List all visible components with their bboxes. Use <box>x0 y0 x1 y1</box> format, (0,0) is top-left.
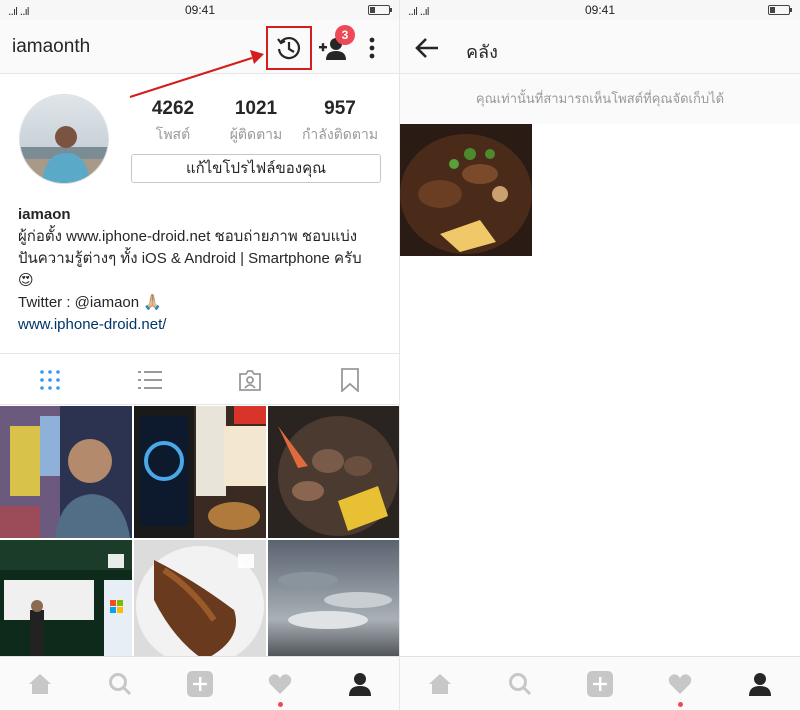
photo-grid <box>0 406 399 672</box>
nav-home[interactable] <box>0 657 80 710</box>
grid-view-icon <box>40 370 60 390</box>
photo-bbq <box>268 406 399 538</box>
profile-icon <box>349 673 371 696</box>
archive-title: คลัง <box>466 42 498 62</box>
battery-icon <box>368 5 392 15</box>
status-bar: ..ıl ..ıl 09:41 <box>0 0 399 20</box>
profile-screen: ..ıl ..ıl 09:41 iamaonth 3 4262 โพสต์ 10… <box>0 0 400 710</box>
bottom-navigation <box>0 656 399 710</box>
saved-icon <box>341 368 359 392</box>
photo-cloudy-sky <box>268 540 399 672</box>
stat-posts[interactable]: 4262 โพสต์ <box>128 98 218 146</box>
list-view-icon <box>138 371 162 389</box>
search-icon <box>509 673 532 696</box>
profile-view-tabs <box>0 353 399 406</box>
photo-event-microsoft <box>0 540 132 672</box>
status-bar: ..ıl ..ıl 09:41 <box>400 0 800 20</box>
bio-name: iamaon <box>18 206 71 223</box>
more-options-button[interactable] <box>362 34 382 62</box>
bio-line-3: 😍 <box>18 272 34 289</box>
nav-add-post[interactable] <box>160 657 240 710</box>
profile-username-title: iamaonth <box>12 36 91 57</box>
back-button[interactable] <box>414 36 440 60</box>
nav-search[interactable] <box>480 657 560 710</box>
photo-fried-fish <box>134 540 266 672</box>
stat-followers-label: ผู้ติดตาม <box>229 126 283 142</box>
archive-history-button[interactable] <box>266 26 312 70</box>
add-post-icon <box>187 671 213 697</box>
stat-posts-value: 4262 <box>151 98 195 119</box>
home-icon <box>429 674 451 694</box>
stat-following[interactable]: 957 กำลังติดตาม <box>295 98 385 146</box>
archive-screen: ..ıl ..ıl 09:41 คลัง คุณเท่านั้นที่สามาร… <box>400 0 800 710</box>
bio-line-2: ปันความรู้ต่างๆ ทั้ง iOS & Android | Sma… <box>18 250 362 267</box>
stat-followers[interactable]: 1021 ผู้ติดตาม <box>211 98 301 146</box>
activity-indicator-dot <box>678 702 683 707</box>
stat-followers-value: 1021 <box>234 98 278 119</box>
grid-photo[interactable] <box>134 540 266 672</box>
home-icon <box>29 674 51 694</box>
tab-tagged[interactable] <box>200 354 300 406</box>
nav-home[interactable] <box>400 657 480 710</box>
nav-profile[interactable] <box>320 657 399 710</box>
history-icon <box>277 36 301 60</box>
nav-activity[interactable] <box>640 657 720 710</box>
edit-profile-button[interactable]: แก้ไขโปรไฟล์ของคุณ <box>131 154 381 183</box>
profile-bio: iamaon ผู้ก่อตั้ง www.iphone-droid.net ช… <box>18 204 388 336</box>
avatar-photo <box>20 95 108 183</box>
stat-following-label: กำลังติดตาม <box>301 126 379 142</box>
notification-badge: 3 <box>335 25 355 45</box>
status-time: 09:41 <box>584 3 616 17</box>
search-icon <box>109 673 132 696</box>
bio-website-link[interactable]: www.iphone-droid.net/ <box>18 314 388 336</box>
tab-list-view[interactable] <box>100 354 200 406</box>
bio-line-1: ผู้ก่อตั้ง www.iphone-droid.net ชอบถ่ายภ… <box>18 228 358 245</box>
stat-following-value: 957 <box>324 98 356 119</box>
archive-privacy-note: คุณเท่านั้นที่สามารถเห็นโพสต์ที่คุณจัดเก… <box>400 74 800 124</box>
profile-avatar[interactable] <box>19 94 109 184</box>
activity-heart-icon <box>268 674 292 694</box>
archive-header: คลัง <box>400 20 800 74</box>
status-time: 09:41 <box>184 3 216 17</box>
activity-indicator-dot <box>278 702 283 707</box>
archived-post[interactable] <box>400 124 532 256</box>
nav-search[interactable] <box>80 657 160 710</box>
profile-icon <box>749 673 771 696</box>
grid-photo[interactable] <box>134 406 266 538</box>
photo-speedtest <box>134 406 266 538</box>
more-vertical-icon <box>369 37 375 59</box>
add-post-icon <box>587 671 613 697</box>
grid-photo[interactable] <box>268 540 399 672</box>
tagged-icon <box>239 370 261 391</box>
photo-archived-soup <box>400 124 532 256</box>
stat-posts-label: โพสต์ <box>155 126 191 142</box>
battery-icon <box>768 5 792 15</box>
bio-twitter: Twitter : @iamaon 🙏🏼 <box>18 294 162 311</box>
grid-photo[interactable] <box>0 406 132 538</box>
photo-selfie-robot <box>0 406 132 538</box>
tab-saved[interactable] <box>300 354 399 406</box>
profile-header: iamaonth 3 <box>0 20 399 74</box>
nav-add-post[interactable] <box>560 657 640 710</box>
back-arrow-icon <box>415 38 438 58</box>
grid-photo[interactable] <box>268 406 399 538</box>
activity-heart-icon <box>668 674 692 694</box>
nav-profile[interactable] <box>720 657 800 710</box>
bottom-navigation <box>400 656 800 710</box>
nav-activity[interactable] <box>240 657 320 710</box>
grid-photo[interactable] <box>0 540 132 672</box>
tab-grid-view[interactable] <box>0 354 100 406</box>
